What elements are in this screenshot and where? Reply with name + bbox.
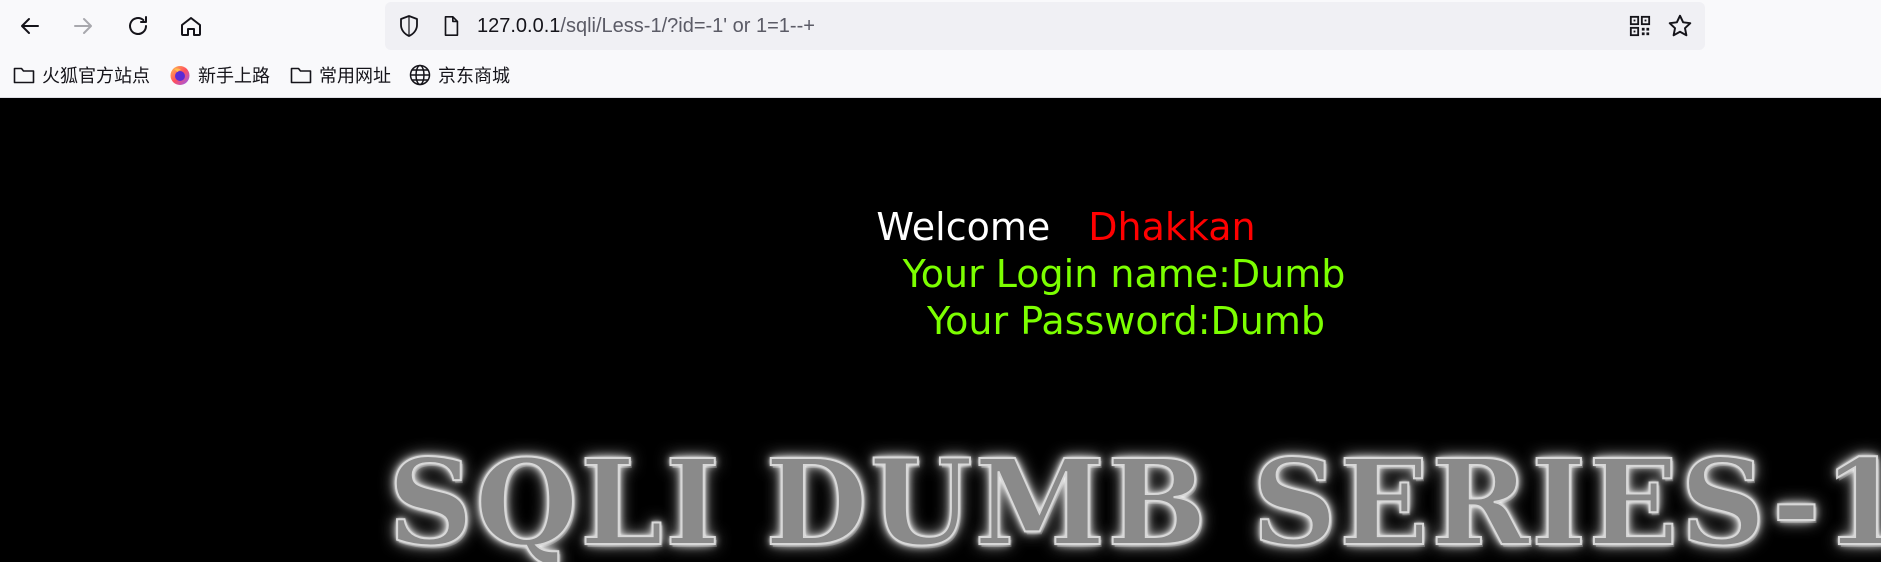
reload-button[interactable] — [120, 9, 156, 43]
home-icon — [181, 17, 201, 36]
qr-code-icon[interactable] — [1629, 15, 1651, 37]
bookmark-item[interactable]: 新手上路 — [168, 62, 270, 88]
bookmark-star-icon[interactable] — [1667, 13, 1693, 39]
page-content: Welcome Dhakkan Your Login name:Dumb Your… — [0, 98, 1881, 562]
bookmarks-bar: 火狐官方站点 新手上路 常用网址 京东商城 — [0, 52, 1881, 98]
url-text[interactable]: 127.0.0.1/sqli/Less-1/?id=-1' or 1=1--+ — [477, 2, 815, 50]
reload-icon — [129, 16, 147, 35]
arrow-right-icon — [74, 18, 92, 34]
url-host: 127.0.0.1 — [477, 15, 561, 37]
address-bar[interactable]: 127.0.0.1/sqli/Less-1/?id=-1' or 1=1--+ — [385, 2, 1705, 50]
globe-icon — [409, 64, 431, 86]
bookmark-label: 京东商城 — [438, 66, 510, 86]
bookmark-item[interactable]: 京东商城 — [408, 62, 510, 88]
page-icon[interactable] — [440, 15, 462, 37]
bookmark-label: 火狐官方站点 — [42, 66, 150, 86]
welcome-text: Welcome — [876, 205, 1051, 249]
welcome-name: Dhakkan — [1088, 205, 1256, 249]
shield-icon[interactable] — [397, 14, 421, 38]
forward-button[interactable] — [65, 9, 101, 43]
bookmark-item[interactable]: 常用网址 — [289, 62, 391, 88]
url-path: /sqli/Less-1/?id=-1' or 1=1--+ — [560, 15, 815, 37]
password-text: Your Password:Dumb — [927, 299, 1325, 343]
bookmark-label: 新手上路 — [198, 66, 270, 86]
browser-toolbar: 127.0.0.1/sqli/Less-1/?id=-1' or 1=1--+ — [0, 0, 1881, 52]
welcome-line: Welcome Dhakkan — [876, 204, 1255, 250]
series-banner: SQLI DUMB SERIES-1 — [387, 433, 1881, 562]
folder-icon — [290, 67, 312, 84]
login-name-text: Your Login name:Dumb — [902, 252, 1346, 296]
firefox-icon — [170, 66, 190, 85]
bookmark-item[interactable]: 火狐官方站点 — [12, 62, 150, 88]
arrow-left-icon — [21, 18, 39, 34]
bookmark-label: 常用网址 — [319, 66, 391, 86]
back-button[interactable] — [12, 9, 48, 43]
home-button[interactable] — [173, 9, 209, 43]
folder-icon — [13, 67, 35, 84]
